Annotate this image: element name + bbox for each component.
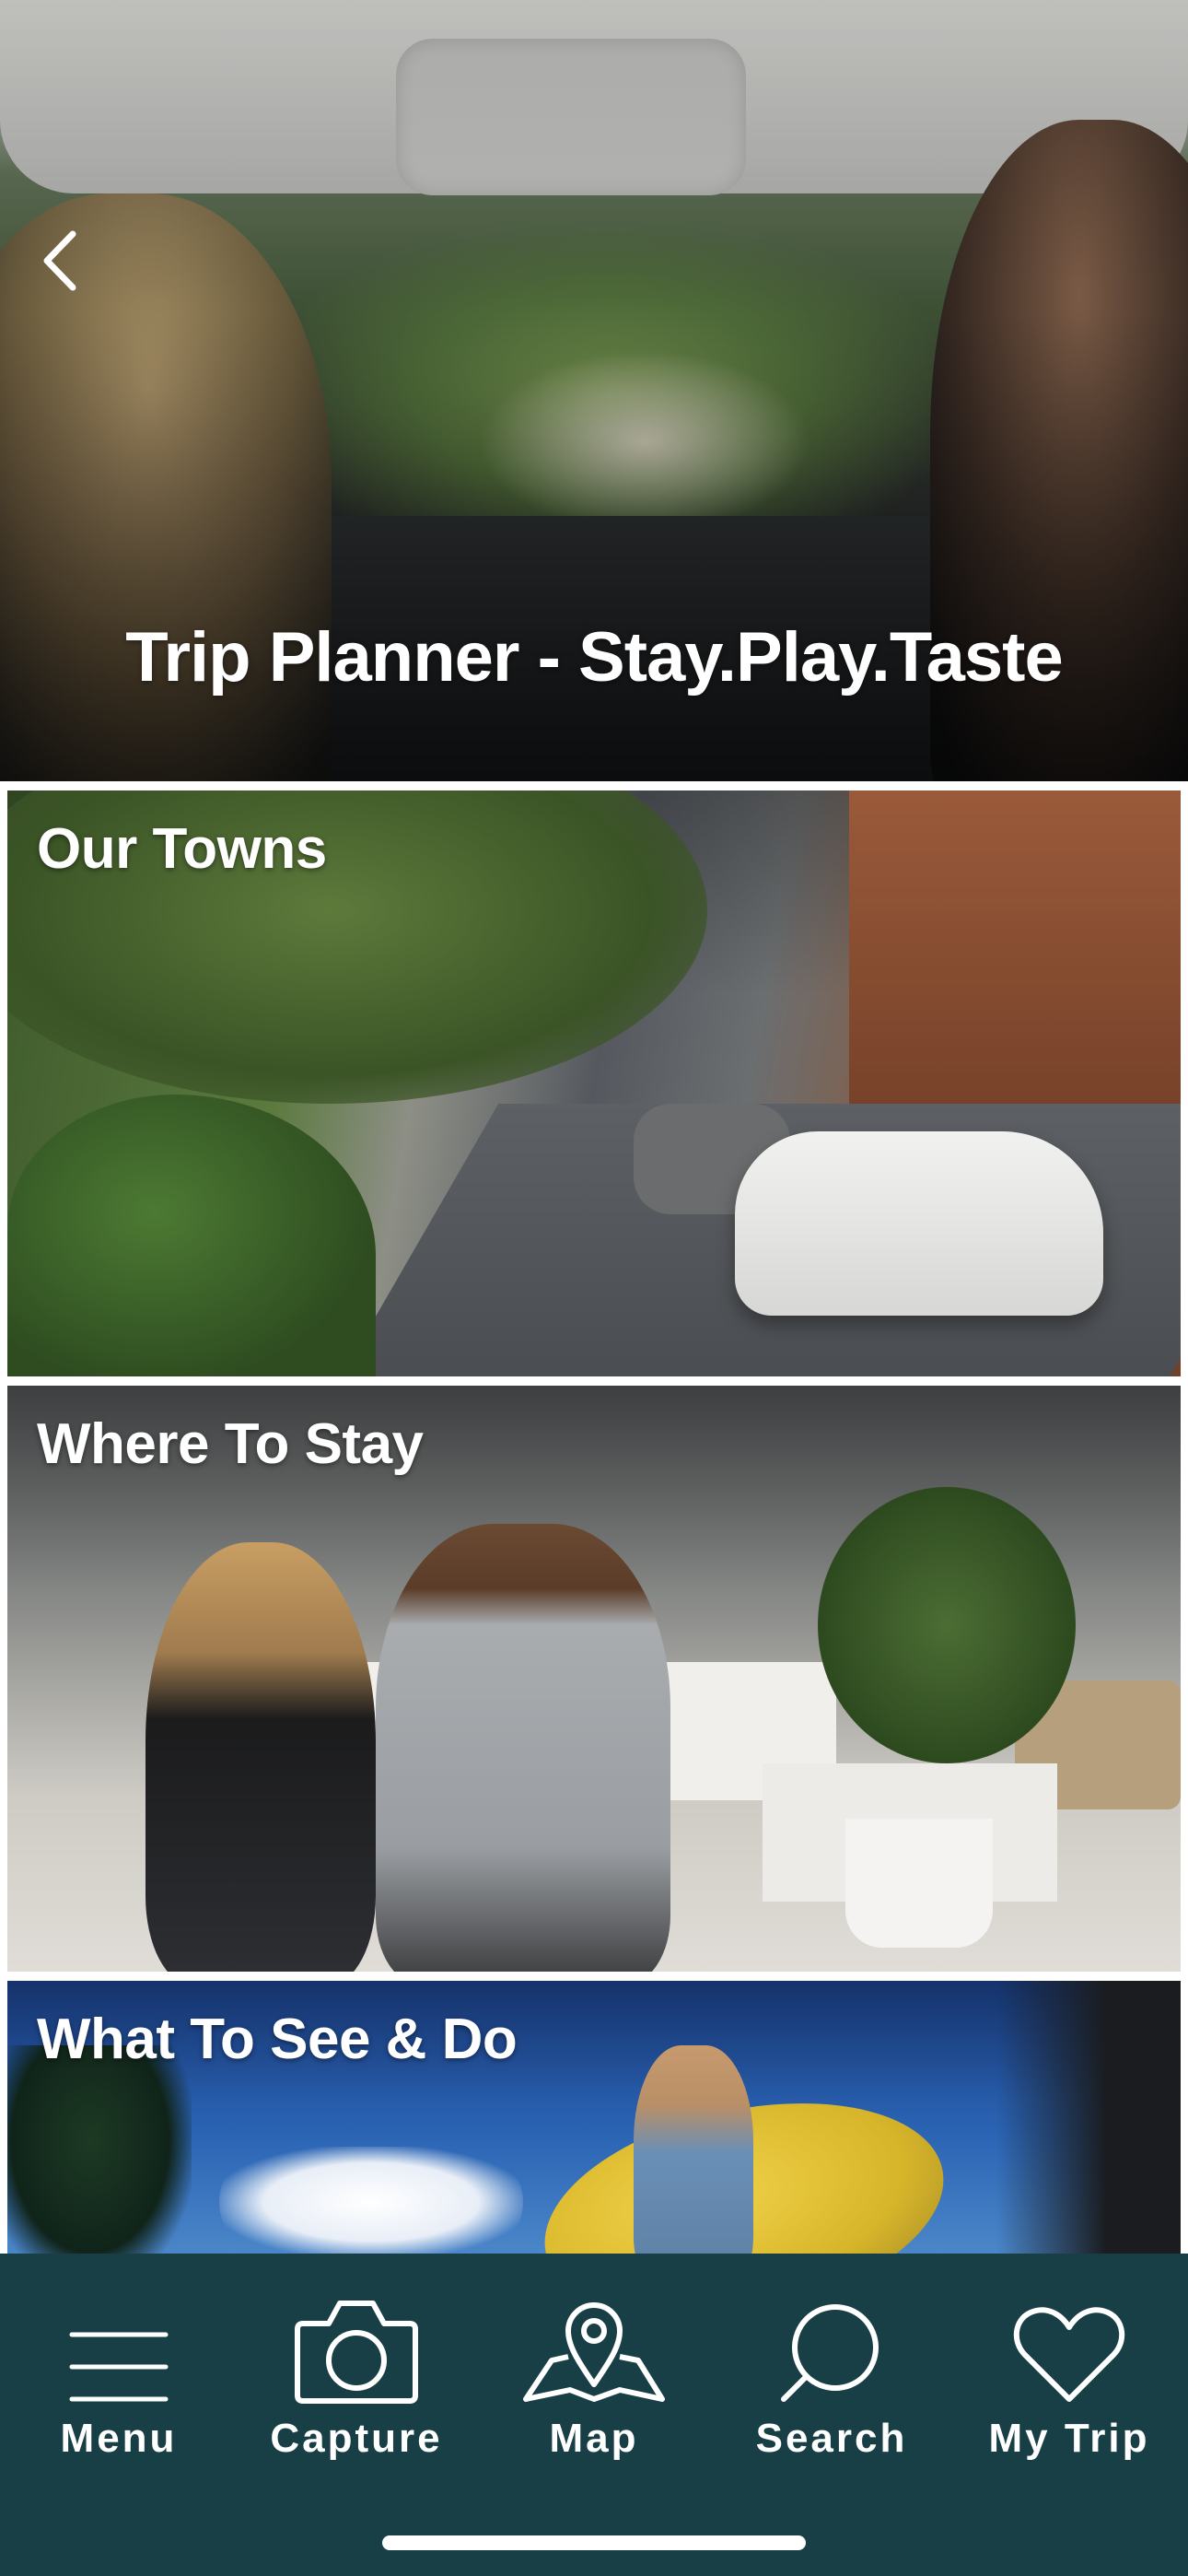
bottom-tab-bar: Menu Capture Map Search My Trip xyxy=(0,2254,1188,2576)
tile-photo-garden xyxy=(7,1095,376,1376)
tile-where-to-stay[interactable]: Where To Stay xyxy=(7,1386,1181,1972)
hero-banner: Trip Planner - Stay.Play.Taste xyxy=(0,0,1188,781)
tile-what-to-see-and-do[interactable]: What To See & Do xyxy=(7,1981,1181,2254)
back-button[interactable] xyxy=(28,226,92,299)
tile-photo-pot xyxy=(845,1819,993,1948)
home-indicator xyxy=(382,2535,806,2550)
tile-photo-structure xyxy=(996,1981,1181,2254)
tab-label: Map xyxy=(549,2416,639,2461)
camera-icon xyxy=(278,2285,435,2405)
hamburger-menu-icon xyxy=(41,2285,197,2405)
tab-search[interactable]: Search xyxy=(713,2285,950,2469)
tab-label: Search xyxy=(755,2416,908,2461)
tab-my-trip[interactable]: My Trip xyxy=(950,2285,1188,2469)
tab-menu[interactable]: Menu xyxy=(0,2285,238,2469)
map-pin-icon xyxy=(516,2285,672,2405)
tab-label: Capture xyxy=(270,2416,443,2461)
tile-label: Our Towns xyxy=(37,817,327,881)
tab-map[interactable]: Map xyxy=(475,2285,713,2469)
tile-photo-white-car xyxy=(735,1131,1103,1316)
tile-photo-man xyxy=(376,1524,670,1972)
tile-label: What To See & Do xyxy=(37,2008,518,2071)
tab-label: My Trip xyxy=(988,2416,1150,2461)
tile-our-towns[interactable]: Our Towns xyxy=(7,790,1181,1376)
heart-icon xyxy=(991,2285,1147,2405)
tab-capture[interactable]: Capture xyxy=(238,2285,475,2469)
tile-photo-cloud xyxy=(219,2147,523,2254)
tile-photo-jumping-person xyxy=(634,2045,753,2254)
tab-label: Menu xyxy=(60,2416,178,2461)
page-title: Trip Planner - Stay.Play.Taste xyxy=(125,618,1064,697)
tile-label: Where To Stay xyxy=(37,1412,424,1476)
tile-photo-tree xyxy=(818,1487,1076,1763)
tile-photo-woman xyxy=(146,1542,376,1972)
tile-photo-palm xyxy=(7,2045,192,2254)
search-icon xyxy=(753,2285,910,2405)
chevron-left-icon xyxy=(41,230,78,296)
